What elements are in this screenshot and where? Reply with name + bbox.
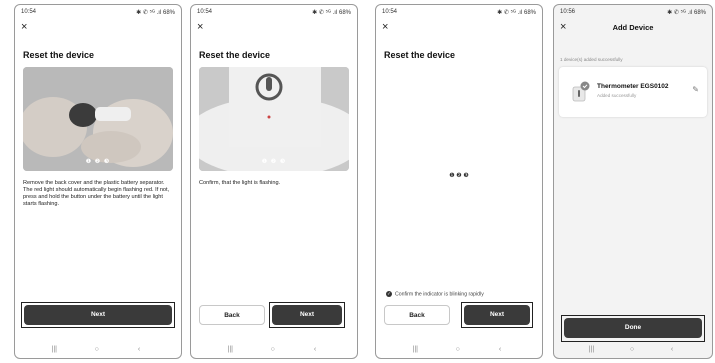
close-icon[interactable]: × xyxy=(382,22,388,33)
instruction-text: Remove the back cover and the plastic ba… xyxy=(23,180,170,207)
recent-apps-button[interactable]: ||| xyxy=(228,346,233,353)
home-button[interactable]: ○ xyxy=(630,346,634,353)
next-button[interactable]: Next xyxy=(24,305,172,325)
system-nav-bar: ||| ○ ‹ xyxy=(554,344,712,358)
status-bar: 10:54 ✱ ✆ ⁵ᴳ .ıl 68% xyxy=(197,9,351,19)
recent-apps-button[interactable]: ||| xyxy=(52,346,57,353)
thermometer-device-illustration xyxy=(199,67,349,171)
page-title: Add Device xyxy=(612,23,654,32)
next-button[interactable]: Next xyxy=(464,305,530,325)
back-nav-button[interactable]: ‹ xyxy=(671,346,673,353)
back-nav-button[interactable]: ‹ xyxy=(499,346,501,353)
battery-removal-illustration xyxy=(23,67,173,171)
close-icon[interactable]: × xyxy=(21,22,27,33)
added-count-text: 1 device(s) added successfully xyxy=(560,57,623,62)
device-card[interactable]: Thermometer EGS0102 Added successfully ✎ xyxy=(559,67,707,117)
system-nav-bar: ||| ○ ‹ xyxy=(376,344,542,358)
home-button[interactable]: ○ xyxy=(95,346,99,353)
back-nav-button[interactable]: ‹ xyxy=(138,346,140,353)
confirm-label: Confirm the indicator is blinking rapidl… xyxy=(395,291,484,298)
status-bar: 10:54 ✱ ✆ ⁵ᴳ .ıl 68% xyxy=(382,9,536,19)
status-icons: ✱ ✆ ⁵ᴳ .ıl 68% xyxy=(497,10,536,16)
carousel-pager: ❶ ❷ ❸ xyxy=(85,159,111,165)
status-icons: ✱ ✆ ⁵ᴳ .ıl 68% xyxy=(136,10,175,16)
status-bar: 10:56 ✱ ✆ ⁵ᴳ .ıl 68% xyxy=(560,9,706,19)
status-time: 10:54 xyxy=(21,9,37,15)
page-title: Reset the device xyxy=(384,50,456,60)
system-nav-bar: ||| ○ ‹ xyxy=(191,344,357,358)
instruction-photo: ❶ ❷ ❸ xyxy=(23,67,173,171)
back-button[interactable]: Back xyxy=(384,305,450,325)
status-bar: 10:54 ✱ ✆ ⁵ᴳ .ıl 68% xyxy=(21,9,175,19)
home-button[interactable]: ○ xyxy=(456,346,460,353)
recent-apps-button[interactable]: ||| xyxy=(589,346,594,353)
status-icons: ✱ ✆ ⁵ᴳ .ıl 68% xyxy=(312,10,351,16)
device-name: Thermometer EGS0102 xyxy=(597,83,669,90)
instruction-photo: ❶ ❷ ❸ xyxy=(199,67,349,171)
edit-pencil-icon[interactable]: ✎ xyxy=(692,85,699,94)
status-time: 10:54 xyxy=(382,9,398,15)
page-title: Reset the device xyxy=(199,50,271,60)
system-nav-bar: ||| ○ ‹ xyxy=(15,344,181,358)
carousel-pager: ❶ ❷ ❸ xyxy=(261,159,287,165)
blinking-indicator: ❶ ❷ ❸ xyxy=(449,173,469,179)
next-button[interactable]: Next xyxy=(272,305,342,325)
back-nav-button[interactable]: ‹ xyxy=(314,346,316,353)
page-title: Reset the device xyxy=(23,50,95,60)
status-time: 10:54 xyxy=(197,9,213,15)
close-icon[interactable]: × xyxy=(197,22,203,33)
confirm-blinking-checkbox[interactable]: ✓ Confirm the indicator is blinking rapid… xyxy=(386,291,534,297)
thermometer-device-icon xyxy=(572,81,590,102)
phone-screen-step-2: 10:54 ✱ ✆ ⁵ᴳ .ıl 68% × Reset the device … xyxy=(190,4,358,359)
device-status: Added successfully xyxy=(597,93,637,98)
status-icons: ✱ ✆ ⁵ᴳ .ıl 68% xyxy=(667,10,706,16)
phone-screen-add-device: 10:56 ✱ ✆ ⁵ᴳ .ıl 68% × Add Device 1 devi… xyxy=(553,4,713,359)
status-time: 10:56 xyxy=(560,9,576,15)
back-button[interactable]: Back xyxy=(199,305,265,325)
instruction-text: Confirm, that the light is flashing. xyxy=(199,180,281,186)
phone-screen-step-3: 10:54 ✱ ✆ ⁵ᴳ .ıl 68% × Reset the device … xyxy=(375,4,543,359)
home-button[interactable]: ○ xyxy=(271,346,275,353)
recent-apps-button[interactable]: ||| xyxy=(413,346,418,353)
checkmark-icon[interactable]: ✓ xyxy=(386,291,392,297)
phone-screen-step-1: 10:54 ✱ ✆ ⁵ᴳ .ıl 68% × Reset the device … xyxy=(14,4,182,359)
done-button[interactable]: Done xyxy=(564,318,702,338)
